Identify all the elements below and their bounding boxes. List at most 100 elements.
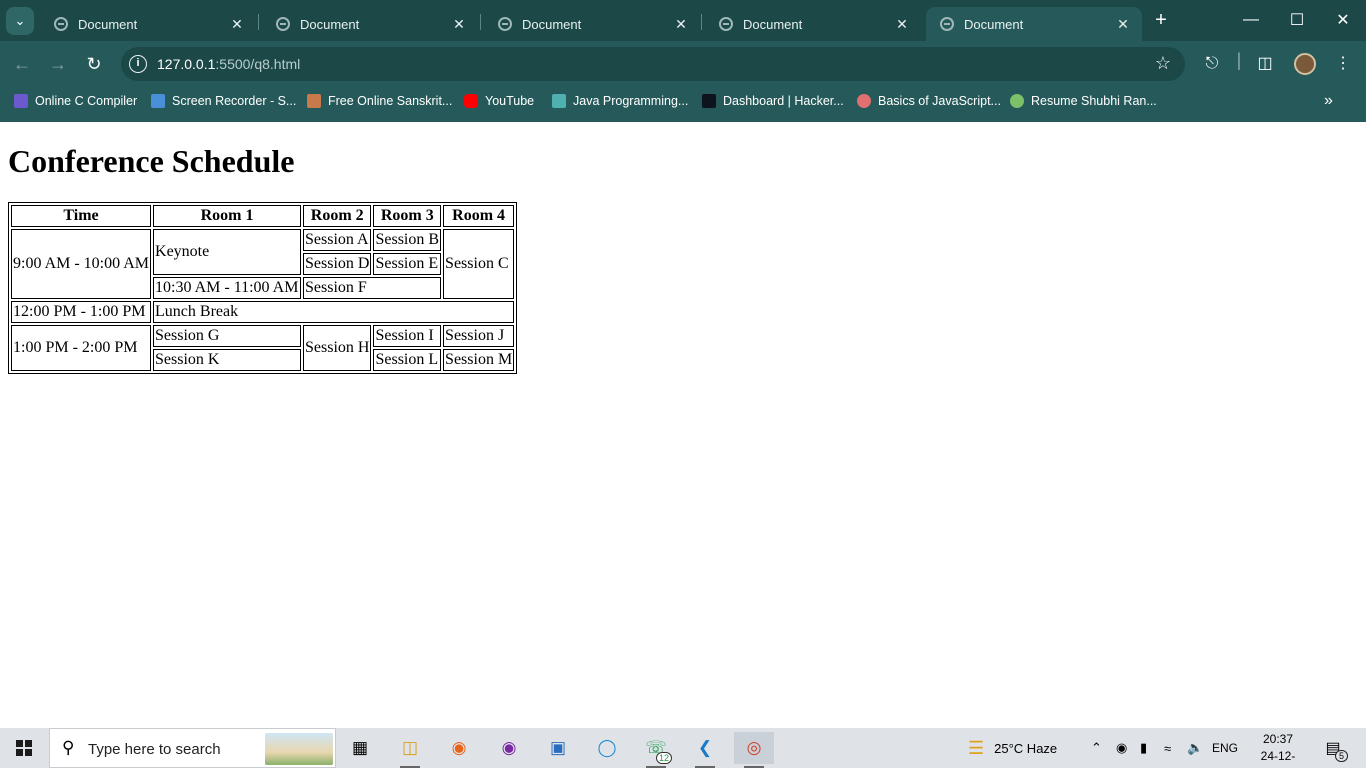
windows-taskbar: ⚲ Type here to search ▦ ◫ ◉ ◉ ▣ ◯ ☏ 12 ❮ … (0, 728, 1366, 768)
tab-strip: ⌄ Document ✕ Document ✕ Document ✕ Docum… (0, 0, 1366, 41)
volume-icon[interactable]: 🔈 (1187, 728, 1203, 768)
edge-icon[interactable]: ◯ (587, 732, 627, 764)
address-bar[interactable]: i 127.0.0.1:5500/q8.html ☆ (121, 47, 1185, 81)
search-placeholder: Type here to search (88, 741, 221, 758)
bookmark-star-icon[interactable]: ☆ (1155, 53, 1171, 74)
bookmark-sanskrit[interactable]: Free Online Sanskrit... (307, 93, 452, 109)
bookmark-javascript-basics[interactable]: Basics of JavaScript... (857, 93, 1001, 109)
whatsapp-badge: 12 (655, 752, 672, 764)
globe-icon (719, 17, 733, 31)
hackerrank-icon (702, 94, 716, 108)
language-indicator[interactable]: ENG (1212, 728, 1238, 768)
back-button[interactable]: ← (10, 52, 34, 76)
close-icon[interactable]: ✕ (672, 16, 690, 33)
tab-title: Document (964, 16, 1024, 32)
bookmark-screen-recorder[interactable]: Screen Recorder - S... (151, 93, 296, 109)
minimize-button[interactable]: — (1228, 0, 1274, 40)
bookmark-label: Dashboard | Hacker... (723, 94, 844, 108)
table-row: 9:00 AM - 10:00 AM Keynote Session A Ses… (11, 229, 515, 299)
browser-toolbar: ← → ↻ i 127.0.0.1:5500/q8.html ☆ ⎋ | ◫ ⋮ (0, 41, 1366, 87)
page-title: Conference Schedule (8, 143, 295, 179)
tab-separator (480, 14, 481, 30)
bookmark-online-c-compiler[interactable]: Online C Compiler (14, 93, 137, 109)
task-view-icon[interactable]: ▦ (340, 732, 380, 764)
bookmark-java-programming[interactable]: Java Programming... (552, 93, 688, 109)
store-icon[interactable]: ▣ (538, 732, 578, 764)
close-icon[interactable]: ✕ (228, 16, 246, 33)
notification-count: 5 (1334, 750, 1348, 762)
show-hidden-icons-chevron[interactable]: ⌃ (1091, 728, 1102, 768)
javascript-icon (857, 94, 871, 108)
time-cell: 1:00 PM - 2:00 PM (11, 325, 152, 371)
tab-2[interactable]: Document ✕ (262, 7, 478, 41)
side-panel-icon[interactable]: ◫ (1254, 53, 1276, 75)
bookmark-hackerrank[interactable]: Dashboard | Hacker... (702, 93, 844, 109)
tab-title: Document (522, 16, 582, 32)
session-cell: Session M (443, 349, 515, 371)
vscode-icon[interactable]: ❮ (685, 732, 725, 768)
more-bookmarks-chevron-icon[interactable]: » (1324, 92, 1333, 110)
bookmark-youtube[interactable]: YouTube (464, 93, 534, 109)
session-cell: Session E (373, 253, 442, 275)
firefox-icon[interactable]: ◉ (439, 732, 479, 764)
tab-5-active[interactable]: Document ✕ (926, 7, 1142, 41)
reload-button[interactable]: ↻ (82, 52, 106, 76)
tab-separator (258, 14, 259, 30)
menu-icon[interactable]: ⋮ (1332, 53, 1354, 75)
session-cell: Session H (303, 325, 372, 371)
app-icon[interactable]: ◉ (489, 732, 529, 764)
whatsapp-icon[interactable]: ☏ 12 (636, 732, 676, 768)
start-button[interactable] (0, 728, 48, 768)
globe-icon (940, 17, 954, 31)
meet-now-icon[interactable]: ◉ (1116, 728, 1127, 768)
session-cell: Session I (373, 325, 442, 347)
file-explorer-icon[interactable]: ◫ (390, 732, 430, 768)
battery-icon[interactable]: ▮ (1140, 728, 1147, 768)
forward-button[interactable]: → (46, 52, 70, 76)
bookmark-resume[interactable]: Resume Shubhi Ran... (1010, 93, 1157, 109)
session-cell: Session J (443, 325, 515, 347)
lunch-cell: Lunch Break (153, 301, 515, 323)
search-icon: ⚲ (62, 738, 75, 757)
resume-icon (1010, 94, 1024, 108)
bookmark-label: Basics of JavaScript... (878, 94, 1001, 108)
java-icon (552, 94, 566, 108)
weather-widget[interactable]: ☰ 25°C Haze (968, 728, 1057, 768)
weather-text: 25°C Haze (994, 740, 1058, 756)
search-highlight-image (265, 733, 333, 765)
taskbar-search-box[interactable]: ⚲ Type here to search (49, 728, 336, 768)
session-cell: Session F (303, 277, 442, 299)
keynote-cell: Keynote (153, 229, 302, 275)
tab-3[interactable]: Document ✕ (484, 7, 700, 41)
bookmarks-bar: Online C Compiler Screen Recorder - S...… (0, 87, 1366, 115)
chrome-icon[interactable]: ◎ (734, 732, 774, 768)
url-host: 127.0.0.1 (157, 56, 216, 72)
wifi-icon[interactable]: ≈ (1164, 728, 1171, 768)
site-info-icon[interactable]: i (129, 55, 147, 73)
url-text[interactable]: 127.0.0.1:5500/q8.html (157, 56, 300, 72)
notification-center-icon[interactable]: ▤ 5 (1322, 738, 1348, 762)
maximize-button[interactable]: ☐ (1274, 0, 1320, 40)
globe-icon (276, 17, 290, 31)
new-tab-button[interactable]: + (1150, 9, 1172, 31)
tab-separator (701, 14, 702, 30)
session-cell: Session A (303, 229, 372, 251)
browser-chrome: ⌄ Document ✕ Document ✕ Document ✕ Docum… (0, 0, 1366, 122)
tab-1[interactable]: Document ✕ (40, 7, 256, 41)
close-icon[interactable]: ✕ (450, 16, 468, 33)
url-path: :5500/q8.html (215, 56, 301, 72)
table-header-row: Time Room 1 Room 2 Room 3 Room 4 (11, 205, 515, 227)
close-window-button[interactable]: ✕ (1320, 0, 1366, 40)
extensions-icon[interactable]: ⎋ (1201, 53, 1223, 75)
close-icon[interactable]: ✕ (1114, 16, 1132, 33)
clock-date: 24-12-2023 (1260, 749, 1296, 768)
windows-logo-icon (16, 740, 32, 756)
header-room-2: Room 2 (303, 205, 372, 227)
session-cell: Session L (373, 349, 442, 371)
system-clock[interactable]: 20:37 24-12-2023 (1248, 731, 1308, 768)
tab-4[interactable]: Document ✕ (705, 7, 921, 41)
profile-avatar[interactable] (1294, 53, 1316, 75)
tab-search-button[interactable]: ⌄ (6, 7, 34, 35)
close-icon[interactable]: ✕ (893, 16, 911, 33)
bookmark-label: YouTube (485, 94, 535, 108)
